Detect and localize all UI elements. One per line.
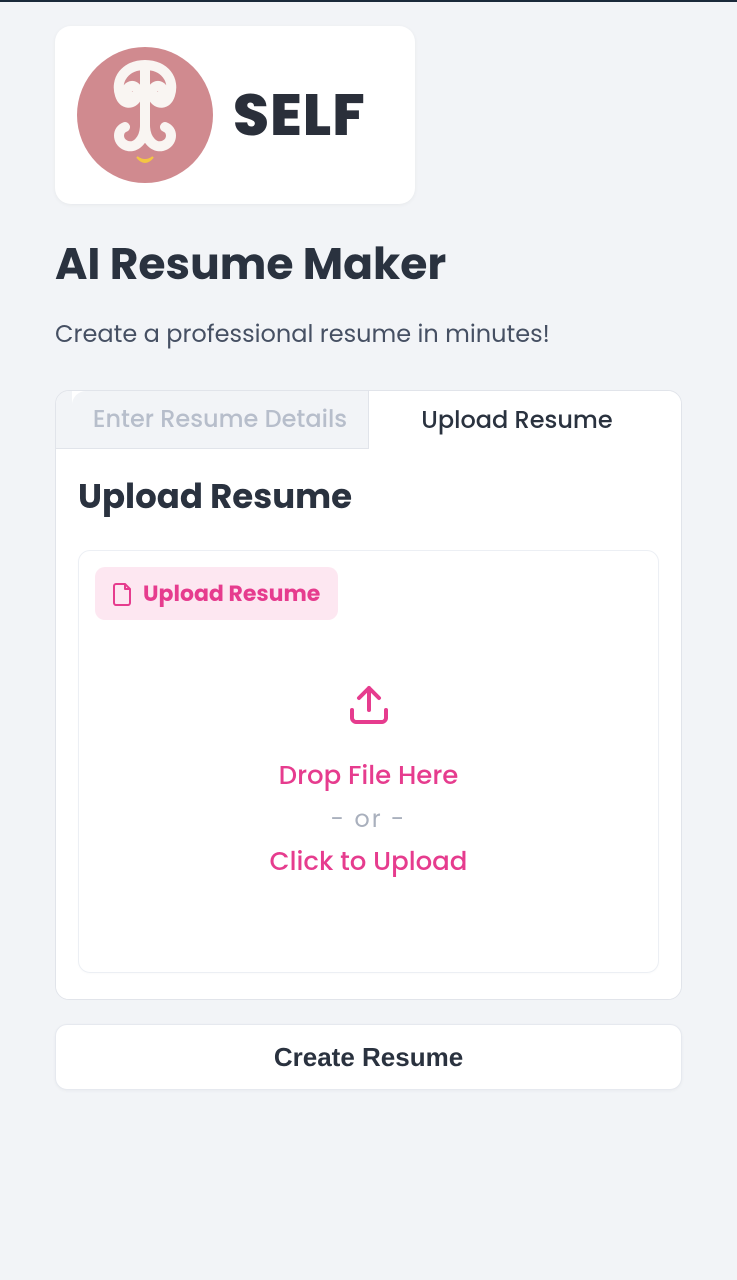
tabs-header: Enter Resume Details Upload Resume (56, 391, 681, 449)
drop-file-text: Drop File Here (279, 757, 459, 796)
create-resume-button[interactable]: Create Resume (55, 1024, 682, 1090)
brand-logo-card: SELF (55, 26, 415, 204)
tab-content: Upload Resume Upload Resume (56, 449, 681, 999)
file-drop-area[interactable]: Drop File Here - or - Click to Upload (95, 680, 642, 882)
tabs-spacer (56, 391, 72, 449)
or-text: - or - (331, 802, 407, 837)
page-subtitle: Create a professional resume in minutes! (55, 317, 682, 352)
tabs-spacer (665, 391, 681, 449)
upload-pill-label: Upload Resume (143, 577, 320, 610)
click-upload-text: Click to Upload (270, 843, 468, 882)
upload-pill: Upload Resume (95, 567, 338, 620)
brand-name: SELF (233, 72, 366, 159)
brand-logo-icon (77, 47, 213, 183)
upload-icon (346, 680, 392, 733)
upload-heading: Upload Resume (78, 471, 659, 522)
tabs-container: Enter Resume Details Upload Resume Uploa… (55, 390, 682, 1000)
tab-enter-details[interactable]: Enter Resume Details (72, 391, 368, 449)
page-title: AI Resume Maker (55, 232, 682, 297)
upload-card: Upload Resume Drop File Here - or - Clic… (78, 550, 659, 973)
tab-upload-resume[interactable]: Upload Resume (368, 391, 665, 449)
file-icon (113, 582, 133, 606)
